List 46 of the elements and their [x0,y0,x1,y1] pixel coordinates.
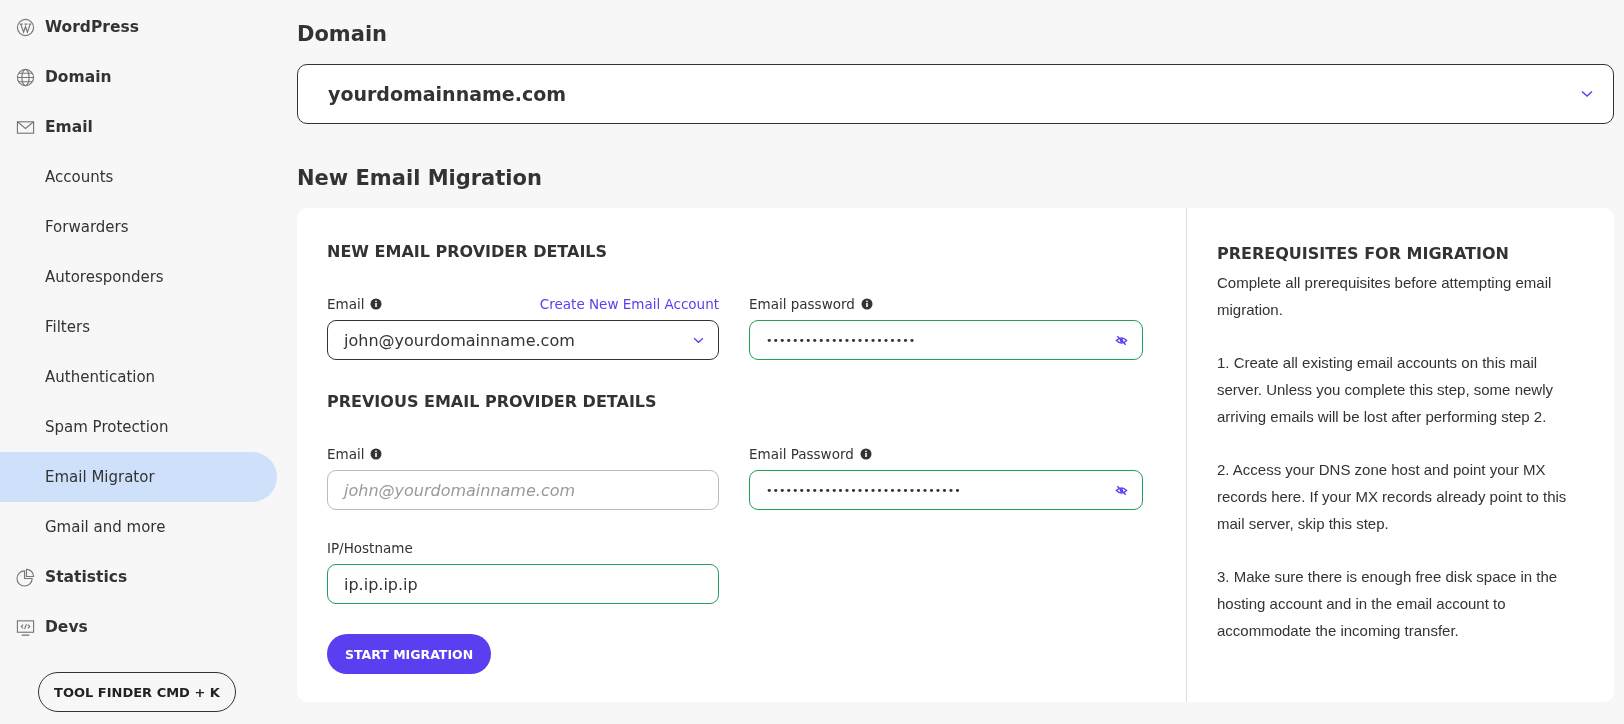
chevron-down-icon [693,336,704,344]
sidebar-item[interactable]: Email Migrator [0,452,277,502]
sidebar-item[interactable]: Authentication [0,352,277,402]
create-account-link[interactable]: Create New Email Account [539,296,719,312]
info-icon [859,448,872,460]
info-icon [370,448,383,460]
field-label: IP/Hostname [327,540,413,556]
start-migration-button[interactable]: START MIGRATION [327,634,492,674]
sidebar-item[interactable]: Statistics [0,552,277,602]
email-select[interactable]: john@yourdomainname.com [327,320,719,360]
form-heading: PREVIOUS EMAIL PROVIDER DETAILS [327,392,658,411]
sidebar-item[interactable]: Filters [0,302,277,352]
sidebar-item[interactable]: Accounts [0,152,277,202]
info-icon [370,298,383,310]
eye-slash-icon[interactable] [1115,483,1128,497]
sidebar-item[interactable]: Autoresponders [0,252,277,302]
field-label: Email Password [749,446,854,462]
sidebar-item[interactable]: Gmail and more [0,502,277,552]
field-label: Email password [749,296,855,312]
field-label: Email [327,296,365,312]
prerequisites-heading: PREREQUISITES FOR MIGRATION [1217,244,1510,263]
prerequisite-text: 2. Access your DNS zone host and point your MX records here. If your MX records already point to this mail server, skip this step. [1217,460,1568,534]
sidebar-item[interactable]: Devs [0,602,277,652]
password-field[interactable]: •••••••••••••••••••••••••••••• [749,470,1143,510]
prerequisite-text: 1. Create all existing email accounts on this mail server. Unless you complete this step, some newly arriving emails will be lost after performing step 2. [1217,353,1554,427]
globe-icon [16,67,35,87]
pie-chart-icon [16,567,35,587]
section-title: New Email Migration [297,166,543,190]
domain-select[interactable]: yourdomainname.com [297,64,1614,124]
sidebar-item[interactable]: Spam Protection [0,402,277,452]
prerequisite-text: 3. Make sure there is enough free disk space in the hosting account and in the email account to accommodate the incoming transfer. [1217,567,1559,641]
eye-slash-icon[interactable] [1115,333,1128,347]
sidebar-item[interactable]: Email [0,102,277,152]
code-window-icon [16,617,35,637]
field-label: Email [327,446,365,462]
wordpress-icon [16,17,35,37]
input-field[interactable]: ip.ip.ip.ip [327,564,719,604]
chevron-down-icon [1581,90,1593,98]
prerequisite-text: Complete all prerequisites before attempting email migration. [1217,273,1553,320]
sidebar-item[interactable]: WordPress [0,2,277,52]
info-icon [860,298,873,310]
section-title: Domain [297,22,389,46]
form-heading: NEW EMAIL PROVIDER DETAILS [327,242,609,261]
password-field[interactable]: ••••••••••••••••••••••• [749,320,1143,360]
sidebar-item[interactable]: Domain [0,52,277,102]
sidebar-item[interactable]: Forwarders [0,202,277,252]
